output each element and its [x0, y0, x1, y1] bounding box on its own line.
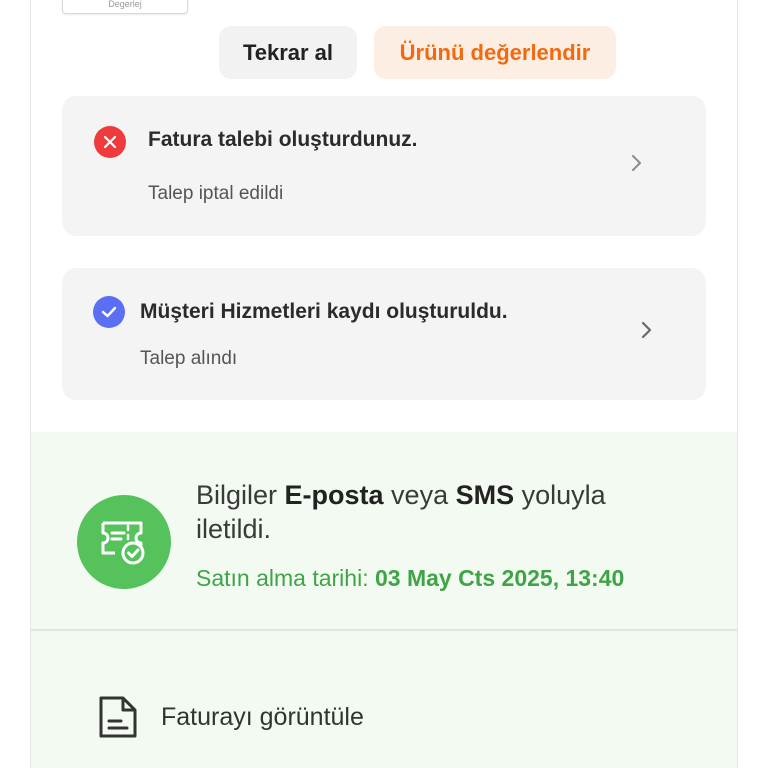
check-icon: [93, 296, 125, 328]
sms-keyword: SMS: [455, 480, 515, 510]
close-icon: [94, 126, 126, 158]
invoice-card-title: Fatura talebi oluşturdunuz.: [148, 128, 418, 151]
invoice-request-card[interactable]: Fatura talebi oluşturdunuz. Talep iptal …: [62, 96, 706, 236]
chevron-right-icon: [632, 155, 641, 171]
invoice-card-status: Talep iptal edildi: [148, 183, 284, 204]
document-icon: [99, 696, 137, 738]
view-invoice-label: Faturayı görüntüle: [161, 702, 364, 731]
purchase-date-line: Satın alma tarihi: 03 May Cts 2025, 13:4…: [196, 565, 624, 592]
product-thumbnail[interactable]: Degerlej: [62, 0, 188, 14]
purchase-date-label: Satın alma tarihi:: [196, 565, 375, 591]
view-invoice-link[interactable]: Faturayı görüntüle: [97, 694, 497, 740]
right-border: [737, 0, 738, 768]
review-product-button[interactable]: Ürünü değerlendir: [374, 26, 616, 79]
support-card-status: Talep alındı: [140, 348, 238, 369]
delivery-info-section: Bilgiler E-posta veya SMS yoluyla iletil…: [31, 432, 737, 768]
email-keyword: E-posta: [284, 480, 384, 510]
support-card-title: Müşteri Hizmetleri kaydı oluşturuldu.: [140, 300, 508, 323]
section-divider: [31, 629, 737, 631]
purchase-date-value: 03 May Cts 2025, 13:40: [374, 565, 625, 591]
customer-service-card[interactable]: Müşteri Hizmetleri kaydı oluşturuldu. Ta…: [62, 268, 706, 400]
ticket-check-icon: [77, 495, 171, 589]
thumbnail-caption: Degerlej: [108, 0, 142, 9]
rebuy-button[interactable]: Tekrar al: [219, 26, 357, 79]
delivery-message: Bilgiler E-posta veya SMS yoluyla iletil…: [196, 480, 606, 544]
chevron-right-icon: [641, 321, 652, 339]
